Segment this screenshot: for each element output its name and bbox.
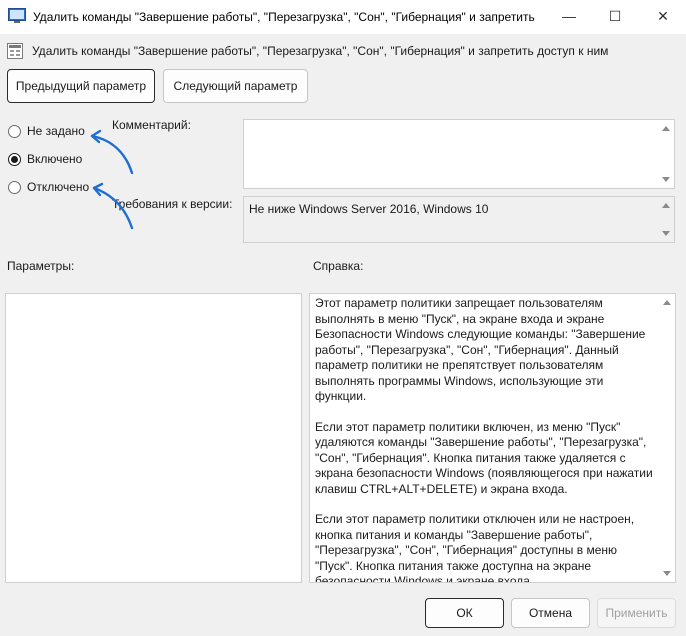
scroll-down-icon[interactable]: [662, 177, 670, 182]
radio-enabled-label[interactable]: Включено: [27, 152, 82, 166]
requirements-value: Не ниже Windows Server 2016, Windows 10: [249, 202, 489, 216]
minimize-button[interactable]: —: [546, 0, 592, 32]
gpedit-app-icon: [8, 8, 26, 23]
radio-not-configured[interactable]: Не задано: [8, 124, 85, 138]
help-text: Этот параметр политики запрещает пользов…: [315, 296, 655, 583]
next-setting-button[interactable]: Следующий параметр: [163, 69, 308, 103]
scroll-down-icon[interactable]: [662, 231, 670, 236]
radio-disabled-label[interactable]: Отключено: [27, 180, 89, 194]
requirements-scrollbar[interactable]: [658, 197, 674, 242]
radio-enabled-circle[interactable]: [8, 152, 21, 166]
title-bar[interactable]: Удалить команды "Завершение работы", "Пе…: [0, 0, 686, 34]
scroll-up-icon[interactable]: [662, 126, 670, 131]
radio-disabled-circle[interactable]: [8, 180, 21, 194]
radio-not-configured-label[interactable]: Не задано: [27, 124, 85, 138]
requirements-label: Требования к версии:: [112, 197, 233, 211]
apply-button[interactable]: Применить: [597, 598, 676, 628]
policy-title: Удалить команды "Завершение работы", "Пе…: [32, 44, 609, 58]
help-scrollbar[interactable]: [659, 294, 675, 582]
window-title: Удалить команды "Завершение работы", "Пе…: [33, 10, 535, 24]
previous-setting-button[interactable]: Предыдущий параметр: [7, 69, 155, 103]
radio-not-configured-circle[interactable]: [8, 124, 21, 138]
help-panel[interactable]: Этот параметр политики запрещает пользов…: [309, 293, 676, 583]
arrow-to-not-configured: [90, 134, 134, 175]
requirements-field: Не ниже Windows Server 2016, Windows 10: [243, 196, 675, 243]
options-label: Параметры:: [7, 259, 75, 273]
policy-editor-window: Удалить команды "Завершение работы", "Пе…: [0, 0, 686, 636]
help-paragraph: Если этот параметр политики включен, из …: [315, 419, 653, 496]
policy-setting-icon: [7, 43, 23, 59]
radio-disabled[interactable]: Отключено: [8, 180, 89, 194]
help-paragraph: Этот параметр политики запрещает пользов…: [315, 296, 646, 403]
help-paragraph: Если этот параметр политики отключен или…: [315, 512, 635, 583]
scroll-down-icon[interactable]: [663, 571, 671, 576]
comment-scrollbar[interactable]: [658, 120, 674, 188]
options-panel: [5, 293, 302, 583]
radio-enabled[interactable]: Включено: [8, 152, 82, 166]
ok-button[interactable]: ОК: [425, 598, 504, 628]
maximize-button[interactable]: ☐: [592, 0, 638, 32]
scroll-up-icon[interactable]: [662, 203, 670, 208]
help-label: Справка:: [313, 259, 364, 273]
close-button[interactable]: ✕: [640, 0, 686, 32]
comment-label: Комментарий:: [112, 118, 191, 132]
scroll-up-icon[interactable]: [663, 300, 671, 305]
cancel-button[interactable]: Отмена: [511, 598, 590, 628]
comment-textarea[interactable]: [243, 119, 675, 189]
